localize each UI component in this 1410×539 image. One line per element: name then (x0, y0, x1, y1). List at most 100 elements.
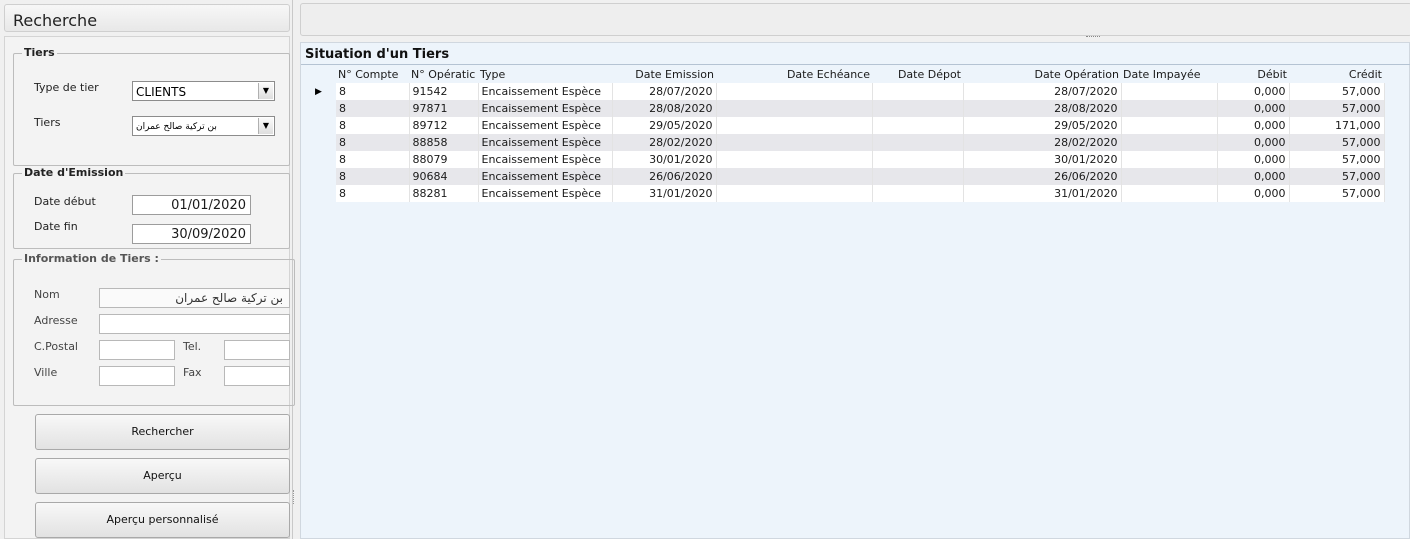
table-row[interactable]: 8 90684 Encaissement Espèce 26/06/2020 26/06… (301, 168, 1385, 185)
resize-grip-icon[interactable] (1086, 36, 1100, 39)
table-cell[interactable]: 171,000 (1289, 117, 1385, 134)
column-header[interactable]: Date Echéance (716, 65, 872, 83)
table-cell[interactable]: 30/01/2020 (963, 151, 1122, 168)
table-cell[interactable]: 8 (336, 134, 410, 151)
column-header[interactable]: Débit (1217, 65, 1289, 83)
table-row[interactable]: 8 89712 Encaissement Espèce 29/05/2020 29/05… (301, 117, 1385, 134)
table-row[interactable]: 8 88281 Encaissement Espèce 31/01/2020 31/01… (301, 185, 1385, 202)
table-cell[interactable]: Encaissement Espèce (478, 100, 613, 117)
table-cell[interactable]: 8 (336, 151, 410, 168)
table-cell[interactable]: 57,000 (1289, 168, 1385, 185)
apercu-button[interactable]: Aperçu (35, 458, 290, 494)
row-indicator[interactable] (301, 117, 336, 134)
row-indicator[interactable] (301, 168, 336, 185)
type-tier-select[interactable]: CLIENTS ▼ (132, 81, 275, 101)
table-row[interactable]: 8 97871 Encaissement Espèce 28/08/2020 28/08… (301, 100, 1385, 117)
splitter-handle[interactable] (293, 490, 296, 504)
table-cell[interactable]: 31/01/2020 (612, 185, 717, 202)
table-cell[interactable] (1121, 134, 1218, 151)
table-cell[interactable] (872, 185, 964, 202)
tiers-select[interactable]: بن تركية صالح عمران ▼ (132, 116, 275, 136)
row-indicator[interactable] (301, 134, 336, 151)
table-cell[interactable] (1121, 100, 1218, 117)
table-cell[interactable]: Encaissement Espèce (478, 168, 613, 185)
adresse-field[interactable] (99, 314, 290, 334)
table-cell[interactable]: 0,000 (1217, 168, 1290, 185)
table-cell[interactable]: 0,000 (1217, 117, 1290, 134)
table-cell[interactable]: 8 (336, 185, 410, 202)
table-cell[interactable]: 28/07/2020 (612, 83, 717, 100)
table-cell[interactable] (716, 100, 873, 117)
table-cell[interactable] (1121, 83, 1218, 100)
column-header[interactable]: Date Dépot (872, 65, 963, 83)
column-header[interactable]: Date Opération (963, 65, 1121, 83)
column-header[interactable]: Crédit (1289, 65, 1384, 83)
table-cell[interactable]: 57,000 (1289, 134, 1385, 151)
table-cell[interactable]: Encaissement Espèce (478, 117, 613, 134)
table-cell[interactable] (872, 151, 964, 168)
table-cell[interactable]: 88281 (409, 185, 479, 202)
table-row[interactable]: ▶ 8 91542 Encaissement Espèce 28/07/2020 28/0… (301, 83, 1385, 100)
table-row[interactable]: 8 88858 Encaissement Espèce 28/02/2020 28/02… (301, 134, 1385, 151)
row-indicator[interactable] (301, 100, 336, 117)
table-cell[interactable]: 26/06/2020 (963, 168, 1122, 185)
chevron-down-icon[interactable]: ▼ (258, 118, 273, 134)
table-cell[interactable] (872, 100, 964, 117)
column-header[interactable]: N° Opératic (409, 65, 478, 83)
date-debut-input[interactable]: 01/01/2020 (132, 195, 251, 215)
table-cell[interactable] (716, 117, 873, 134)
table-cell[interactable]: 88079 (409, 151, 479, 168)
table-cell[interactable]: 31/01/2020 (963, 185, 1122, 202)
table-cell[interactable]: 57,000 (1289, 185, 1385, 202)
column-header[interactable]: Date Impayée (1121, 65, 1217, 83)
cpostal-field[interactable] (99, 340, 175, 360)
table-cell[interactable]: 28/07/2020 (963, 83, 1122, 100)
ville-field[interactable] (99, 366, 175, 386)
table-cell[interactable]: 0,000 (1217, 151, 1290, 168)
rechercher-button[interactable]: Rechercher (35, 414, 290, 450)
nom-field[interactable]: بن تركية صالح عمران (99, 288, 290, 308)
table-cell[interactable]: 88858 (409, 134, 479, 151)
table-cell[interactable] (872, 168, 964, 185)
table-cell[interactable]: 8 (336, 100, 410, 117)
table-cell[interactable]: 28/08/2020 (963, 100, 1122, 117)
table-cell[interactable] (716, 151, 873, 168)
table-cell[interactable]: 28/02/2020 (612, 134, 717, 151)
column-header[interactable]: Type (478, 65, 612, 83)
table-cell[interactable] (1121, 168, 1218, 185)
table-cell[interactable] (1121, 185, 1218, 202)
table-cell[interactable]: Encaissement Espèce (478, 83, 613, 100)
table-cell[interactable]: 0,000 (1217, 100, 1290, 117)
table-cell[interactable]: 57,000 (1289, 100, 1385, 117)
chevron-down-icon[interactable]: ▼ (258, 83, 273, 99)
table-cell[interactable]: 29/05/2020 (963, 117, 1122, 134)
row-indicator[interactable] (301, 185, 336, 202)
table-cell[interactable] (716, 168, 873, 185)
table-cell[interactable]: Encaissement Espèce (478, 185, 613, 202)
table-cell[interactable] (1121, 117, 1218, 134)
row-indicator[interactable] (301, 151, 336, 168)
current-row-indicator-icon[interactable]: ▶ (301, 83, 336, 100)
table-cell[interactable]: 8 (336, 117, 410, 134)
table-cell[interactable]: 0,000 (1217, 134, 1290, 151)
apercu-personnalise-button[interactable]: Aperçu personnalisé (35, 502, 290, 538)
tel-field[interactable] (224, 340, 290, 360)
table-cell[interactable]: 0,000 (1217, 83, 1290, 100)
date-fin-input[interactable]: 30/09/2020 (132, 224, 251, 244)
table-cell[interactable]: 90684 (409, 168, 479, 185)
table-cell[interactable]: 26/06/2020 (612, 168, 717, 185)
table-cell[interactable]: 89712 (409, 117, 479, 134)
table-cell[interactable] (1121, 151, 1218, 168)
table-row[interactable]: 8 88079 Encaissement Espèce 30/01/2020 30/01… (301, 151, 1385, 168)
table-cell[interactable] (872, 134, 964, 151)
table-cell[interactable]: 57,000 (1289, 151, 1385, 168)
table-cell[interactable] (716, 83, 873, 100)
table-cell[interactable]: 91542 (409, 83, 479, 100)
table-cell[interactable]: 8 (336, 83, 410, 100)
table-cell[interactable]: 0,000 (1217, 185, 1290, 202)
table-cell[interactable]: 29/05/2020 (612, 117, 717, 134)
column-header[interactable]: Date Emission (612, 65, 716, 83)
table-cell[interactable]: Encaissement Espèce (478, 134, 613, 151)
table-cell[interactable]: 30/01/2020 (612, 151, 717, 168)
table-cell[interactable]: 57,000 (1289, 83, 1385, 100)
